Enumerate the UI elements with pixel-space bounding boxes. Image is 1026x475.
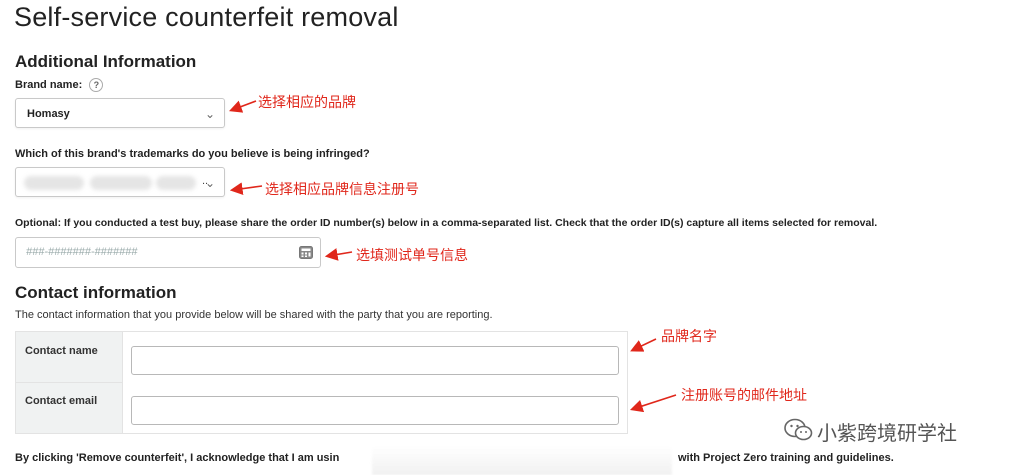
annotation-email: 注册账号的邮件地址 [681, 387, 807, 403]
arrow-brand [229, 100, 257, 113]
arrow-email [629, 394, 677, 413]
annotation-trademark: 选择相应品牌信息注册号 [265, 181, 419, 197]
arrow-trademark [229, 182, 263, 196]
arrow-name [630, 338, 657, 352]
watermark-text: 小紫跨境研学社 [817, 423, 957, 445]
annotation-brand: 选择相应的品牌 [258, 94, 356, 110]
wechat-icon [784, 418, 813, 441]
arrow-order [324, 248, 353, 261]
annotation-order: 选填测试单号信息 [356, 247, 468, 263]
annotation-arrows [229, 100, 677, 413]
annotation-name: 品牌名字 [661, 328, 717, 344]
